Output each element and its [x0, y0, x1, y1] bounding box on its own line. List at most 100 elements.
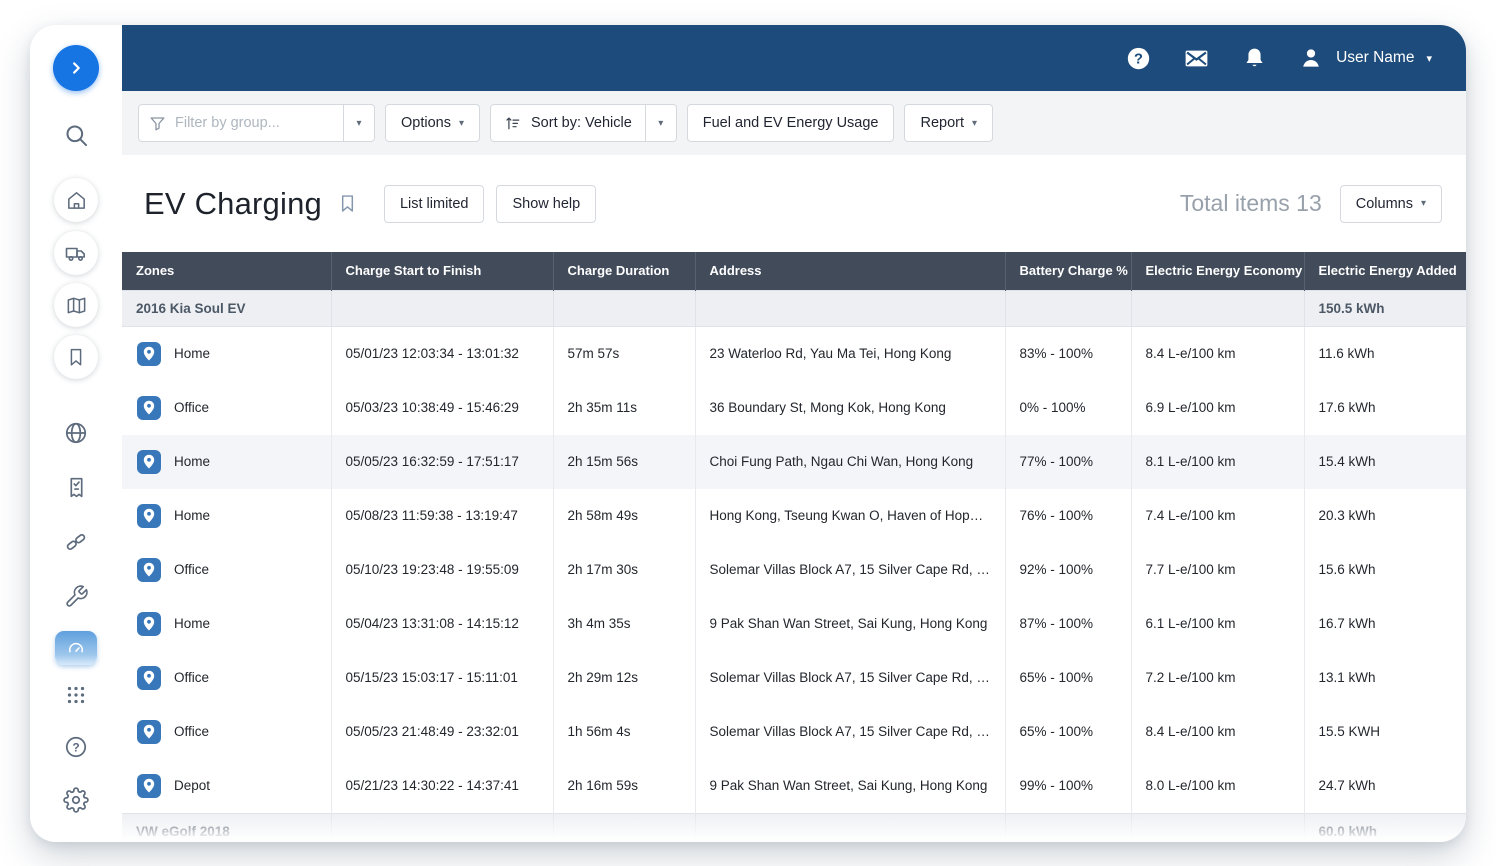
vehicle-group-row[interactable]: 2016 Kia Soul EV 150.5 kWh: [122, 289, 1466, 327]
show-help-label: Show help: [512, 195, 581, 212]
mail-icon: [1185, 50, 1208, 66]
cell-energy-added: 15.5 KWH: [1303, 704, 1466, 759]
charge-record-row[interactable]: Home 05/01/23 12:03:34 - 13:01:32 57m 57s 2…: [122, 326, 1466, 381]
vehicle-group-row[interactable]: VW eGolf 2018 60.0 kWh: [122, 812, 1466, 842]
zone-pin-icon: [136, 611, 162, 637]
chevron-right-icon: [73, 62, 80, 74]
show-help-button[interactable]: Show help: [496, 184, 597, 223]
fuel-ev-energy-usage-label: Fuel and EV Energy Usage: [702, 115, 879, 131]
cell-charge-duration: 2h 29m 12s: [552, 650, 695, 705]
header-address[interactable]: Address: [694, 252, 1005, 290]
cell-energy-added: 15.6 kWh: [1303, 542, 1466, 597]
sidebar-item-ev-dashboard-active[interactable]: [55, 631, 97, 665]
toolbar: ▾ Options ▾ Sort by: Vehicle ▾ Fuel and …: [122, 91, 1466, 155]
sidebar-item-settings[interactable]: [63, 787, 89, 813]
charge-record-row[interactable]: Home 05/05/23 16:32:59 - 17:51:17 2h 15m 5…: [122, 434, 1466, 489]
home-icon: [67, 191, 85, 209]
charge-record-row[interactable]: Office 05/10/23 19:23:48 - 19:55:09 2h 17m…: [122, 542, 1466, 597]
header-energy-added[interactable]: Electric Energy Added: [1303, 252, 1466, 290]
fuel-ev-energy-usage-button[interactable]: Fuel and EV Energy Usage: [686, 104, 895, 142]
group-spacer: [552, 289, 695, 327]
caret-down-icon: ▾: [1420, 198, 1426, 209]
cell-charge-period: 05/04/23 13:31:08 - 14:15:12: [330, 596, 553, 651]
bell-icon: [1246, 48, 1263, 66]
header-zones[interactable]: Zones: [122, 252, 331, 290]
sidebar-item-home[interactable]: [54, 178, 98, 222]
user-icon: [1303, 49, 1319, 67]
notifications-button[interactable]: [1241, 45, 1268, 72]
sidebar-item-maintenance[interactable]: [64, 584, 89, 609]
charge-record-row[interactable]: Office 05/03/23 10:38:49 - 15:46:29 2h 35m…: [122, 380, 1466, 435]
zone-label: Office: [174, 400, 210, 415]
zone-pin-icon: [136, 665, 162, 691]
sidebar-item-search[interactable]: [63, 122, 90, 149]
charge-record-row[interactable]: Depot 05/21/23 14:30:22 - 14:37:41 2h 16m …: [122, 758, 1466, 813]
sidebar-item-globe[interactable]: [63, 420, 89, 446]
cell-charge-duration: 2h 35m 11s: [552, 380, 695, 435]
charge-record-row[interactable]: Home 05/08/23 11:59:38 - 13:19:47 2h 58m 4…: [122, 488, 1466, 543]
sidebar-item-map[interactable]: [54, 283, 98, 327]
cell-energy-economy: 8.1 L-e/100 km: [1130, 434, 1304, 489]
group-filter-input[interactable]: [175, 115, 333, 131]
group-spacer: [694, 812, 1005, 842]
cell-address: Hong Kong, Tseung Kwan O, Haven of Hope …: [694, 488, 1005, 543]
zone-label: Home: [174, 454, 211, 469]
sidebar-item-reports[interactable]: [64, 475, 89, 500]
sort-dropdown-button[interactable]: ▾: [644, 105, 676, 141]
group-filter-dropdown-button[interactable]: ▾: [343, 105, 374, 141]
options-button[interactable]: Options ▾: [385, 104, 481, 142]
sidebar-item-help[interactable]: ?: [63, 734, 89, 760]
zone-pin-icon: [136, 719, 162, 745]
sort-button[interactable]: Sort by: Vehicle: [491, 105, 645, 141]
cell-address: Solemar Villas Block A7, 15 Silver Cape …: [694, 542, 1005, 597]
sidebar-item-vehicles[interactable]: [54, 231, 98, 275]
user-menu[interactable]: User Name ▾: [1298, 45, 1432, 71]
zone-pin-icon: [136, 341, 162, 367]
cell-address: 23 Waterloo Rd, Yau Ma Tei, Hong Kong: [694, 326, 1005, 381]
total-items: Total items 13: [1179, 190, 1322, 216]
cell-charge-period: 05/21/23 14:30:22 - 14:37:41: [330, 758, 553, 813]
cell-charge-period: 05/01/23 12:03:34 - 13:01:32: [330, 326, 553, 381]
cell-zone: Home: [122, 596, 331, 651]
cell-charge-duration: 2h 16m 59s: [552, 758, 695, 813]
group-spacer: [1130, 289, 1304, 327]
bookmark-icon: [341, 195, 354, 212]
group-spacer: [1130, 812, 1304, 842]
bookmark-icon: [70, 348, 82, 366]
charge-record-row[interactable]: Home 05/04/23 13:31:08 - 14:15:12 3h 4m 35…: [122, 596, 1466, 651]
charge-record-row[interactable]: Office 05/15/23 15:03:17 - 15:11:01 2h 29m…: [122, 650, 1466, 705]
help-button[interactable]: ?: [1125, 45, 1152, 72]
help-icon: ?: [65, 736, 87, 758]
zone-pin-icon: [136, 773, 162, 799]
cell-address: 36 Boundary St, Mong Kok, Hong Kong: [694, 380, 1005, 435]
header-battery-charge[interactable]: Battery Charge %: [1004, 252, 1131, 290]
top-navbar: ? User Name ▾: [122, 25, 1466, 91]
options-label: Options: [401, 115, 451, 131]
expand-sidebar-button[interactable]: [53, 45, 99, 91]
filter-funnel-icon: [150, 116, 165, 130]
sidebar-item-apps[interactable]: [63, 682, 89, 708]
sidebar-item-bookmarks[interactable]: [54, 335, 98, 379]
report-button[interactable]: Report ▾: [904, 104, 994, 142]
sort-control: Sort by: Vehicle ▾: [490, 104, 677, 142]
sidebar-item-links[interactable]: [63, 529, 89, 555]
sidebar: ?: [30, 25, 122, 842]
cell-address: 9 Pak Shan Wan Street, Sai Kung, Hong Ko…: [694, 758, 1005, 813]
cell-charge-period: 05/15/23 15:03:17 - 15:11:01: [330, 650, 553, 705]
list-limited-button[interactable]: List limited: [383, 184, 485, 223]
cell-zone: Office: [122, 542, 331, 597]
columns-button[interactable]: Columns ▾: [1339, 184, 1442, 223]
table-header-row: Zones Charge Start to Finish Charge Dura…: [122, 252, 1466, 290]
zone-pin-icon: [136, 557, 162, 583]
cell-energy-added: 13.1 kWh: [1303, 650, 1466, 705]
header-charge-start-finish[interactable]: Charge Start to Finish: [330, 252, 553, 290]
charge-record-row[interactable]: Office 05/05/23 21:48:49 - 23:32:01 1h 56m…: [122, 704, 1466, 759]
header-charge-duration[interactable]: Charge Duration: [552, 252, 695, 290]
messages-button[interactable]: [1182, 44, 1211, 73]
cell-charge-duration: 2h 58m 49s: [552, 488, 695, 543]
main-area: ? User Name ▾ ▾ Opti: [122, 25, 1466, 842]
group-spacer: [1004, 289, 1131, 327]
header-energy-economy[interactable]: Electric Energy Economy: [1130, 252, 1304, 290]
zone-label: Office: [174, 670, 210, 685]
favorite-bookmark-button[interactable]: [337, 193, 358, 214]
